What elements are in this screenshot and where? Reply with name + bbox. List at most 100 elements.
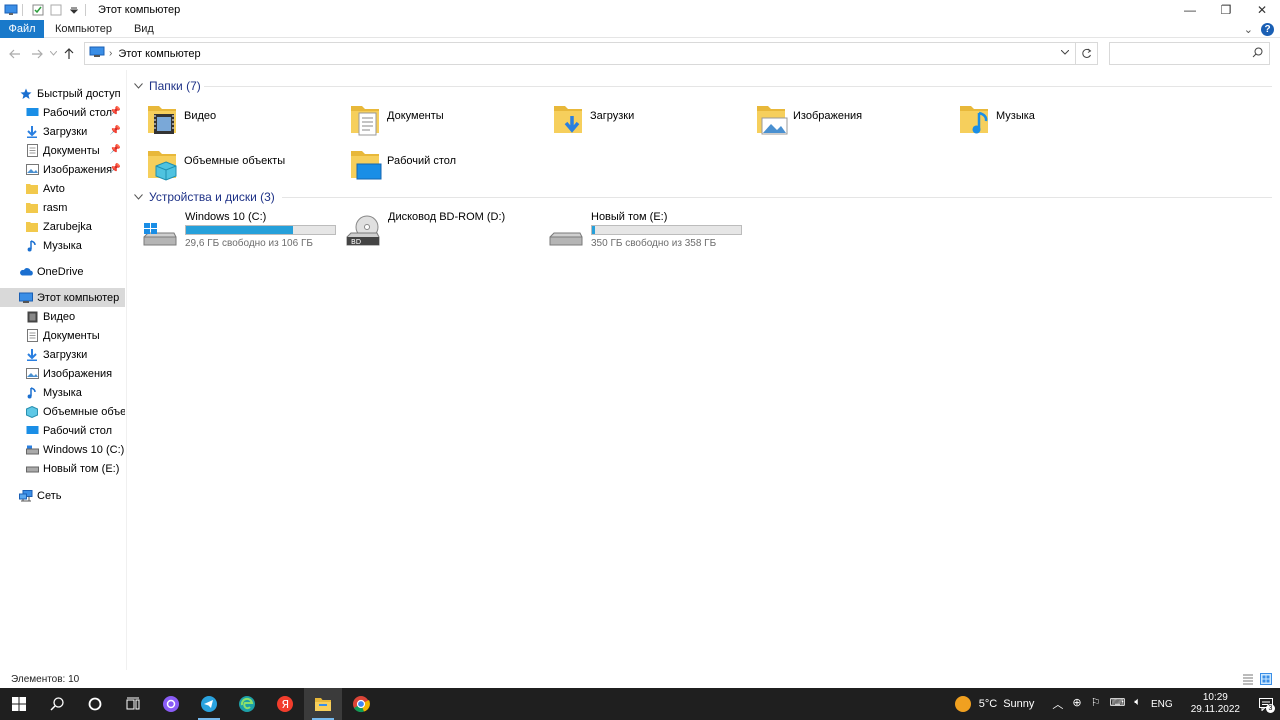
tab-view[interactable]: Вид [123,20,165,38]
telegram-app-button[interactable] [190,688,228,720]
computer-icon [89,46,105,61]
music-icon [25,386,39,400]
input-language[interactable]: ENG [1151,699,1173,710]
tab-computer[interactable]: Компьютер [44,20,123,38]
expand-ribbon-icon[interactable]: ⌄ [1244,23,1253,36]
navigation-pane: Быстрый доступ Рабочий стол 📌 Загрузки 📌… [0,80,125,668]
tray-app-icon[interactable]: ⚐ [1091,696,1101,712]
address-dropdown-icon[interactable] [1060,47,1070,58]
view-toggle [1242,673,1272,685]
drives-group-header[interactable]: Устройства и диски (3) [132,188,1272,206]
clock[interactable]: 10:29 29.11.2022 [1191,692,1240,716]
task-view-button[interactable] [114,688,152,720]
sidebar-item-pictures[interactable]: Изображения 📌 [0,160,125,179]
search-taskbar-button[interactable] [38,688,76,720]
drive-free-space: 350 ГБ свободно из 358 ГБ [591,238,717,249]
large-icons-view-icon[interactable] [1260,673,1272,685]
sidebar-item-zarubejka[interactable]: Zarubejka [0,217,125,236]
usb-device-icon[interactable]: ⊕ [1072,696,1081,712]
help-icon[interactable]: ? [1261,22,1274,36]
close-button[interactable]: ✕ [1244,0,1280,20]
telegram-icon [201,696,217,712]
pc-app-icon[interactable] [4,3,18,17]
sidebar-item-avto[interactable]: Avto [0,179,125,198]
address-bar[interactable]: › Этот компьютер [84,42,1076,65]
up-button[interactable] [58,43,80,65]
sidebar-quick-access[interactable]: Быстрый доступ [0,84,125,103]
folder-downloads[interactable]: Загрузки [552,102,752,144]
sidebar-onedrive[interactable]: OneDrive [0,262,125,281]
folders-group-header[interactable]: Папки (7) [132,77,1272,95]
sidebar-item-pc-3d-objects[interactable]: Объемные объекты [0,402,125,421]
qat-customize-icon[interactable] [67,3,81,17]
pin-icon[interactable]: 📌 [110,163,121,174]
new-folder-icon[interactable] [49,3,63,17]
start-button[interactable] [0,688,38,720]
search-box[interactable] [1109,42,1270,65]
sidebar-item-pc-pictures[interactable]: Изображения [0,364,125,383]
action-center-button[interactable]: 3 [1252,688,1280,720]
desktop-icon [25,424,39,438]
folder-label: Рабочий стол [387,155,457,167]
drive-d[interactable]: BD Дисковод BD-ROM (D:) [333,211,533,253]
cortana-button[interactable] [76,688,114,720]
sidebar-item-desktop[interactable]: Рабочий стол 📌 [0,103,125,122]
pane-divider[interactable] [126,70,127,670]
search-input[interactable] [1110,43,1250,64]
volume-icon[interactable]: 🔈︎ [1134,696,1141,712]
chevron-down-icon[interactable] [134,81,143,92]
alice-app-button[interactable] [152,688,190,720]
drive-c[interactable]: Windows 10 (C:) 29,6 ГБ свободно из 106 … [130,211,336,253]
notification-badge: 3 [1266,704,1275,713]
folder-music[interactable]: Музыка [958,102,1158,144]
folder-desktop[interactable]: Рабочий стол [349,147,549,189]
sidebar-item-pc-video[interactable]: Видео [0,307,125,326]
chevron-down-icon[interactable] [134,192,143,203]
sidebar-item-rasm[interactable]: rasm [0,198,125,217]
forward-button[interactable] [26,43,48,65]
minimize-button[interactable]: — [1172,0,1208,20]
sidebar-item-pc-documents[interactable]: Документы [0,326,125,345]
edge-app-button[interactable] [228,688,266,720]
sidebar-this-pc[interactable]: Этот компьютер [0,288,125,307]
folder-documents[interactable]: Документы [349,102,549,144]
folder-pictures[interactable]: Изображения [755,102,955,144]
chrome-app-button[interactable] [342,688,380,720]
network-tray-icon[interactable]: ⌨ [1110,696,1126,712]
sidebar-item-drive-c[interactable]: Windows 10 (C:) [0,440,125,459]
folder-video[interactable]: Видео [146,102,346,144]
folder-3d-objects[interactable]: Объемные объекты [146,147,346,189]
pin-icon[interactable]: 📌 [110,144,121,155]
sidebar-item-downloads[interactable]: Загрузки 📌 [0,122,125,141]
sidebar-label: Видео [43,310,76,323]
sidebar-item-pc-downloads[interactable]: Загрузки [0,345,125,364]
yandex-app-button[interactable]: Я [266,688,304,720]
pin-icon[interactable]: 📌 [110,125,121,136]
sidebar-item-documents[interactable]: Документы 📌 [0,141,125,160]
3d-objects-folder-icon [146,147,180,181]
recent-locations-button[interactable] [48,43,58,65]
file-explorer-app-button[interactable] [304,688,342,720]
qat-separator [22,4,23,16]
restore-button[interactable]: ❐ [1208,0,1244,20]
tab-file[interactable]: Файл [0,19,44,38]
back-button[interactable] [4,43,26,65]
weather-widget[interactable]: 5°C Sunny [954,696,1034,712]
sidebar-label: Объемные объекты [43,405,125,418]
sidebar-item-pc-music[interactable]: Музыка [0,383,125,402]
group-divider [282,197,1272,198]
sidebar-label: Музыка [43,386,82,399]
sidebar-network[interactable]: Сеть [0,486,125,505]
breadcrumb-separator[interactable]: › [109,48,112,59]
refresh-button[interactable] [1076,42,1098,65]
sidebar-item-music[interactable]: Музыка [0,236,125,255]
sidebar-item-drive-e[interactable]: Новый том (E:) [0,459,125,478]
sidebar-item-pc-desktop[interactable]: Рабочий стол [0,421,125,440]
breadcrumb-this-pc[interactable]: Этот компьютер [118,48,200,60]
properties-icon[interactable] [31,3,45,17]
details-view-icon[interactable] [1242,673,1254,685]
pin-icon[interactable]: 📌 [110,106,121,117]
drive-e[interactable]: Новый том (E:) 350 ГБ свободно из 358 ГБ [536,211,742,253]
show-hidden-icons-icon[interactable]: ︿ [1052,696,1063,712]
search-icon[interactable] [1252,47,1263,61]
